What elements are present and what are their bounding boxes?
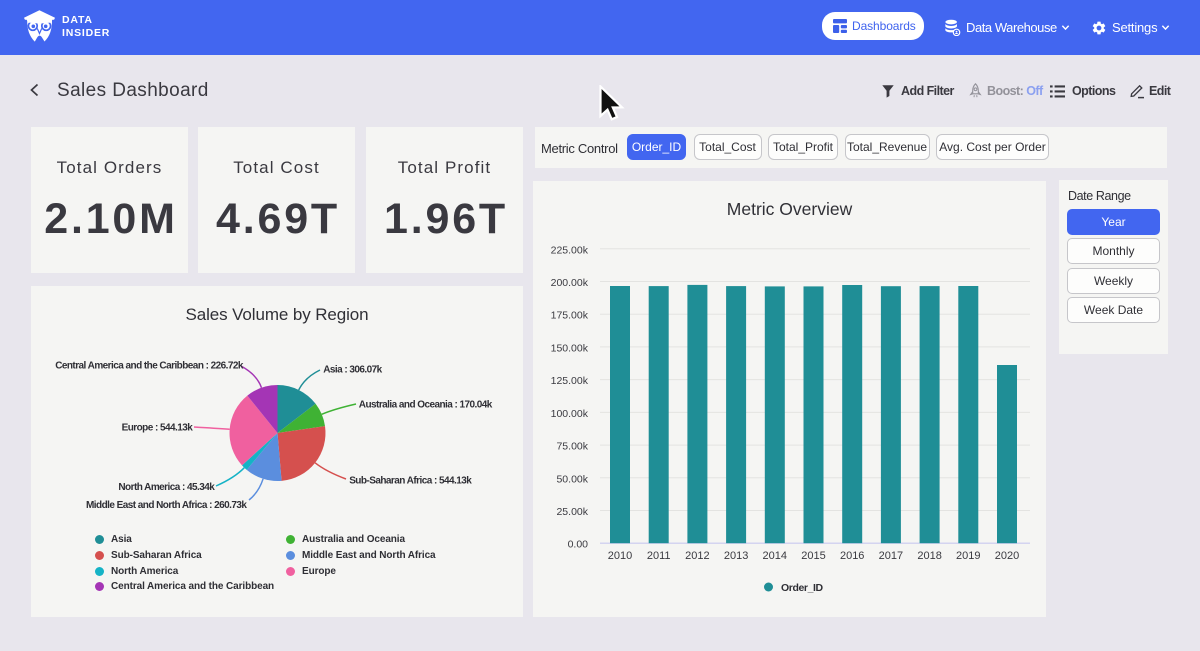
svg-text:2018: 2018 — [917, 550, 941, 562]
svg-text:150.00k: 150.00k — [551, 342, 589, 354]
svg-text:2010: 2010 — [608, 550, 632, 562]
svg-text:200.00k: 200.00k — [551, 277, 589, 289]
svg-text:Australia and Oceania : 170.04: Australia and Oceania : 170.04k — [359, 399, 493, 410]
svg-text:2013: 2013 — [724, 550, 748, 562]
svg-text:2017: 2017 — [879, 550, 903, 562]
svg-text:2011: 2011 — [647, 550, 671, 562]
svg-text:2012: 2012 — [685, 550, 709, 562]
svg-text:Central America and the Caribb: Central America and the Caribbean : 226.… — [55, 361, 244, 372]
svg-text:50.00k: 50.00k — [556, 473, 588, 485]
svg-text:2016: 2016 — [840, 550, 864, 562]
svg-text:2020: 2020 — [995, 550, 1019, 562]
svg-text:175.00k: 175.00k — [551, 310, 589, 322]
svg-text:2015: 2015 — [801, 550, 825, 562]
svg-text:Middle East and North Africa :: Middle East and North Africa : 260.73k — [86, 500, 247, 511]
svg-text:Asia : 306.07k: Asia : 306.07k — [323, 365, 382, 376]
svg-text:0.00: 0.00 — [568, 539, 589, 551]
svg-text:Order_ID: Order_ID — [781, 582, 824, 594]
svg-text:125.00k: 125.00k — [551, 375, 589, 387]
svg-text:Europe : 544.13k: Europe : 544.13k — [122, 423, 194, 434]
svg-text:North America : 45.34k: North America : 45.34k — [118, 482, 215, 493]
svg-text:25.00k: 25.00k — [556, 506, 588, 518]
svg-text:2019: 2019 — [956, 550, 980, 562]
svg-text:75.00k: 75.00k — [556, 441, 588, 453]
svg-text:100.00k: 100.00k — [551, 408, 589, 420]
svg-text:225.00k: 225.00k — [551, 244, 589, 256]
svg-text:2014: 2014 — [763, 550, 787, 562]
svg-text:Sub-Saharan Africa : 544.13k: Sub-Saharan Africa : 544.13k — [349, 475, 472, 486]
